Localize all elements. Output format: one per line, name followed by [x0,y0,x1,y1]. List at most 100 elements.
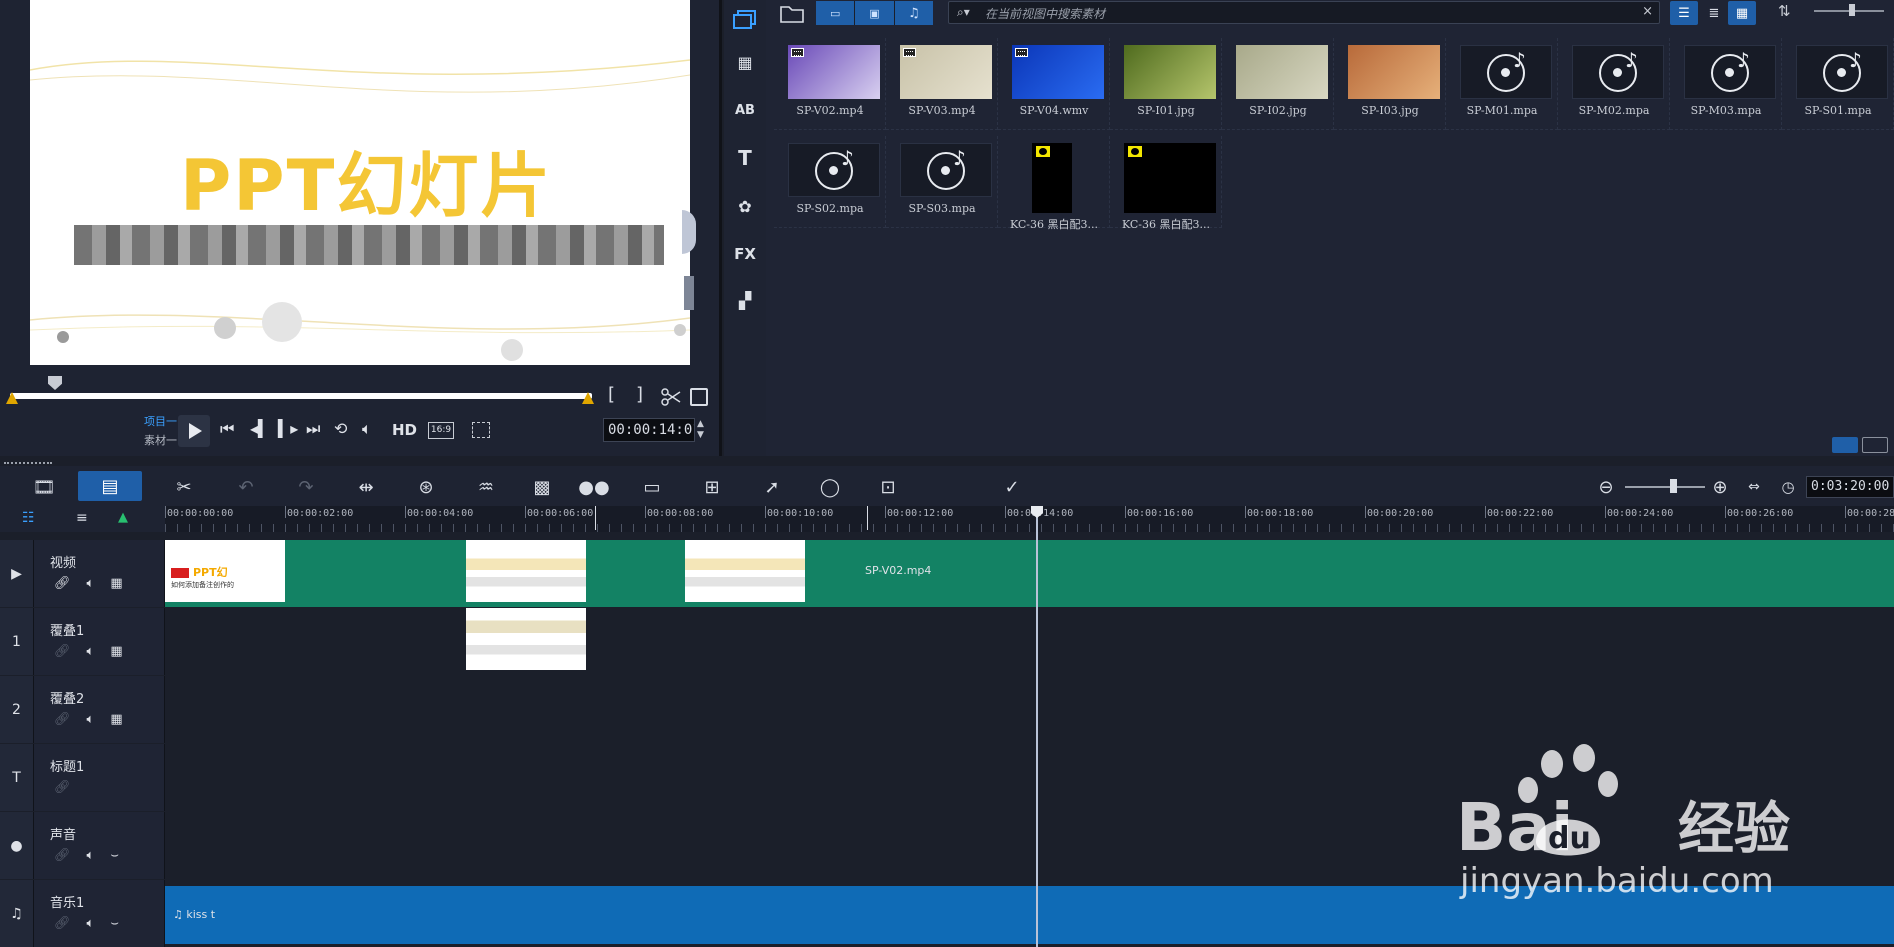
project-mode-label[interactable]: 项目一 [144,412,177,431]
mark-out-button[interactable]: ] [636,386,643,404]
video-clip-thumbnail[interactable] [685,540,805,602]
redo-button[interactable]: ↷ [292,474,320,500]
track-header[interactable]: 1 覆叠1 🔗︎ 🔈︎ ▦ [0,608,165,675]
preview-collapse-handle[interactable] [682,210,696,254]
library-item[interactable]: SP-M03.mpa [1670,38,1782,130]
snap-toggle-button[interactable]: ✓ [998,474,1026,500]
track-header[interactable]: T 标题1 🔗︎ [0,744,165,811]
multi-camera-button[interactable]: ⊞ [698,474,726,500]
filter-tab[interactable]: FX [724,234,766,274]
resize-grip[interactable] [4,462,52,465]
voice-track-icon[interactable]: ● [0,812,34,879]
show-audio-button[interactable]: ♫ [894,1,933,25]
track-manager-icon[interactable]: ☷ [22,510,35,526]
previous-frame-icon[interactable]: ◂▍ [250,419,270,438]
track-header[interactable]: ♫ 音乐1 🔗︎ 🔈︎ ⌣ [0,880,165,947]
timecode-spinner[interactable]: ▲ ▼ [697,419,707,441]
timeline-zoom-slider[interactable] [1625,486,1705,488]
show-video-button[interactable]: ▭ [816,1,856,25]
home-icon[interactable]: ⏮ [220,419,234,439]
library-item[interactable]: KC-36 黑白配3... [998,136,1110,231]
trim-marker-start[interactable] [6,392,18,404]
library-item[interactable]: SP-V04.wmv [998,38,1110,130]
track-mute-icon[interactable]: 🔈︎ [87,576,95,591]
preview-timecode[interactable]: 00:00:14:013 [603,418,695,442]
library-item[interactable]: SP-I01.jpg [1110,38,1222,130]
instant-project-tab[interactable]: ▦ [724,42,766,82]
subtitle-editor-button[interactable]: ▭ [638,474,666,500]
clip-mode-label[interactable]: 素材一 [144,431,177,450]
motion-tab[interactable]: ▞ [724,280,766,320]
fit-project-button[interactable]: ⇹ [352,474,380,500]
chapter-cue-icon[interactable]: ▲ [118,510,128,525]
project-duration[interactable]: 0:03:20:00 [1806,476,1894,498]
track-lane[interactable] [165,676,1894,743]
track-header[interactable]: ▶ 视频 🔗︎ 🔈︎ ▦ [0,540,165,607]
library-item[interactable]: SP-S03.mpa [886,136,998,228]
track-header[interactable]: 2 覆叠2 🔗︎ 🔈︎ ▦ [0,676,165,743]
scrubber-handle[interactable] [48,376,62,390]
library-item[interactable]: SP-V02.mp4 [774,38,886,130]
video-clip-thumbnail[interactable] [466,540,586,602]
storyboard-view-button[interactable]: 🎞︎ [30,474,58,500]
track-mute-icon[interactable]: 🔈︎ [87,848,95,863]
view-list-button[interactable]: ≣ [1700,1,1728,25]
resize-crop-icon[interactable] [472,422,490,438]
enlarge-preview-icon[interactable] [690,388,708,406]
track-grid-icon[interactable]: ▦ [110,576,122,591]
record-capture-button[interactable]: ⊛ [412,474,440,500]
next-frame-icon[interactable]: ▍▸ [278,419,298,438]
mark-in-button[interactable]: [ [608,386,615,404]
undo-button[interactable]: ↶ [232,474,260,500]
split-clip-icon[interactable] [660,387,682,407]
preview-side-tab[interactable] [684,276,694,310]
mask-creator-button[interactable]: ◯ [816,474,844,500]
ripple-link-icon[interactable]: 🔗︎ [54,712,71,727]
preview-screen[interactable]: PPT幻灯片 [30,0,690,365]
video-clip[interactable] [165,540,1894,607]
repeat-icon[interactable]: ⟲ [334,419,347,438]
ruler-scale[interactable]: 00:00:00:00 00:00:02:00 00:00:04:00 00:00:0… [165,506,1894,532]
end-icon[interactable]: ⏭ [306,419,320,439]
thumbnail-size-handle[interactable] [1849,4,1855,16]
track-mute-icon[interactable]: 🔈︎ [87,712,95,727]
overlay-clip[interactable] [466,608,586,670]
view-thumbnail-button[interactable]: ☰ [1670,1,1698,25]
ripple-link-icon[interactable]: 🔗︎ [54,644,71,659]
add-remove-chapter-icon[interactable]: ≡ [76,510,88,526]
motion-track-button[interactable]: ●● [578,474,609,500]
track-mute-icon[interactable]: 🔈︎ [87,916,95,931]
ripple-link-icon[interactable]: 🔗︎ [54,916,71,931]
music-track-icon[interactable]: ♫ [0,880,34,947]
library-item[interactable]: SP-S01.mpa [1782,38,1894,130]
title-track-icon[interactable]: T [0,744,34,811]
zoom-in-button[interactable]: ⊕ [1706,474,1734,500]
overlay1-track-icon[interactable]: 1 [0,608,34,675]
pan-zoom-button[interactable]: ⊡ [874,474,902,500]
timeline-zoom-handle[interactable] [1670,479,1677,493]
sort-icon[interactable]: ⇅ [1778,2,1791,20]
trim-marker-end[interactable] [582,392,594,404]
library-item[interactable]: SP-M02.mpa [1558,38,1670,130]
track-lane[interactable] [165,608,1894,675]
graphic-tab[interactable]: ✿ [724,186,766,226]
library-layout-button[interactable] [1832,437,1858,453]
track-lane[interactable]: PPT幻 如何添加备注创作的 SP-V02.mp4 [165,540,1894,607]
library-item[interactable]: SP-M01.mpa [1446,38,1558,130]
view-grid-button[interactable]: ▦ [1728,1,1756,25]
zoom-out-button[interactable]: ⊖ [1592,474,1620,500]
preview-scrubber[interactable] [10,393,592,399]
panel-divider[interactable] [0,456,1894,466]
library-item[interactable]: SP-V03.mp4 [886,38,998,130]
library-expand-button[interactable] [1862,437,1888,453]
transition-tab[interactable]: AB [724,90,766,130]
track-header[interactable]: ● 声音 🔗︎ 🔈︎ ⌣ [0,812,165,879]
library-item[interactable]: KC-36 黑白配3... [1110,136,1222,231]
ripple-link-icon[interactable]: 🔗︎ [54,780,71,795]
track-grid-icon[interactable]: ▦ [110,712,122,727]
hd-preview-toggle[interactable]: HD [392,421,417,439]
video-clip-thumbnail[interactable]: PPT幻 如何添加备注创作的 [165,540,285,602]
fit-timeline-button[interactable]: ⇔ [1740,474,1768,500]
track-mute-icon[interactable]: 🔈︎ [87,644,95,659]
video-track-icon[interactable]: ▶ [0,540,34,607]
